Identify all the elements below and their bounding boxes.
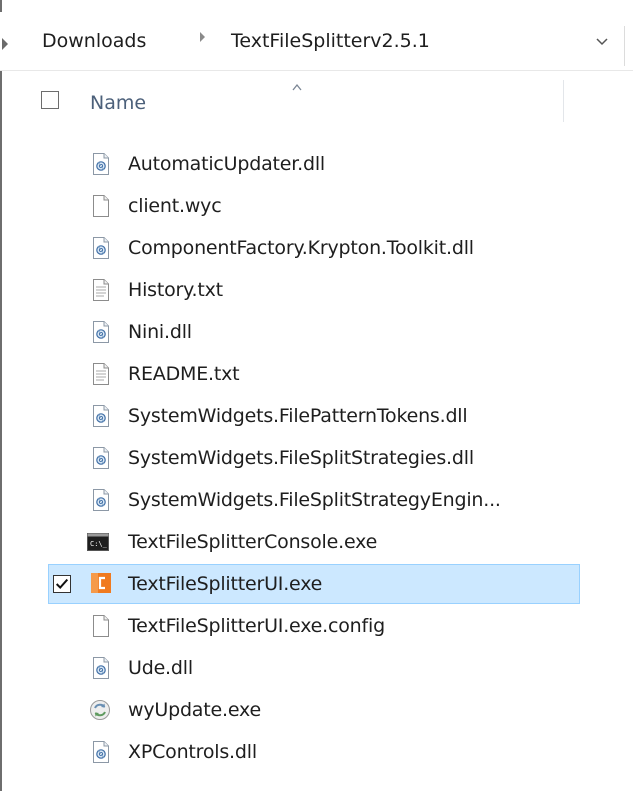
file-row[interactable]: Nini.dll	[48, 312, 580, 352]
splitter-app-icon	[91, 573, 111, 595]
address-bar[interactable]: Downloads TextFileSplitterv2.5.1	[0, 12, 633, 71]
text-file-icon	[91, 363, 111, 385]
file-row[interactable]: TextFileSplitterUI.exe.config	[48, 606, 580, 646]
file-name-label: Nini.dll	[128, 321, 192, 343]
file-row[interactable]: SystemWidgets.FileSplitStrategies.dll	[48, 438, 580, 478]
svg-text:C:\_: C:\_	[90, 540, 108, 548]
file-row[interactable]: History.txt	[48, 270, 580, 310]
file-name-label: TextFileSplitterUI.exe	[128, 573, 323, 595]
file-row[interactable]: Ude.dll	[48, 648, 580, 688]
file-row[interactable]: SystemWidgets.FileSplitStrategyEngin...	[48, 480, 580, 520]
file-name-label: SystemWidgets.FileSplitStrategies.dll	[128, 447, 474, 469]
file-row[interactable]: SystemWidgets.FilePatternTokens.dll	[48, 396, 580, 436]
dll-file-icon	[91, 153, 111, 175]
chevron-down-icon[interactable]	[594, 34, 610, 48]
file-row[interactable]: ComponentFactory.Krypton.Toolkit.dll	[48, 228, 580, 268]
file-row[interactable]: client.wyc	[48, 186, 580, 226]
file-row[interactable]: wyUpdate.exe	[48, 690, 580, 730]
file-row[interactable]: AutomaticUpdater.dll	[48, 144, 580, 184]
dll-file-icon	[91, 657, 111, 679]
dll-file-icon	[91, 489, 111, 511]
file-name-label: README.txt	[128, 363, 240, 385]
update-app-icon	[89, 699, 110, 721]
dll-file-icon	[91, 237, 111, 259]
sort-ascending-icon	[292, 83, 302, 91]
file-name-label: wyUpdate.exe	[128, 699, 261, 721]
file-row[interactable]: TextFileSplitterUI.exe	[48, 564, 580, 604]
file-name-label: Ude.dll	[128, 657, 193, 679]
column-divider[interactable]	[563, 80, 564, 122]
file-row[interactable]: XPControls.dll	[48, 732, 580, 772]
row-checkbox-checked[interactable]	[53, 575, 71, 593]
dll-file-icon	[91, 741, 111, 763]
file-name-label: XPControls.dll	[128, 741, 257, 763]
dll-file-icon	[91, 405, 111, 427]
file-name-label: ComponentFactory.Krypton.Toolkit.dll	[128, 237, 474, 259]
file-name-label: TextFileSplitterUI.exe.config	[128, 615, 385, 637]
checkmark-icon	[55, 578, 69, 589]
file-name-label: client.wyc	[128, 195, 222, 217]
text-file-icon	[91, 279, 111, 301]
file-name-label: TextFileSplitterConsole.exe	[128, 531, 378, 553]
name-column-header[interactable]: Name	[90, 92, 146, 114]
file-name-label: History.txt	[128, 279, 223, 301]
address-bar-divider	[624, 26, 625, 66]
file-name-label: AutomaticUpdater.dll	[128, 153, 325, 175]
breadcrumb-separator-icon[interactable]	[2, 38, 8, 50]
dll-file-icon	[91, 447, 111, 469]
console-app-icon: C:\_	[87, 533, 109, 555]
file-name-label: SystemWidgets.FileSplitStrategyEngin...	[128, 489, 501, 511]
file-row[interactable]: README.txt	[48, 354, 580, 394]
breadcrumb-chevron-icon[interactable]	[200, 32, 205, 42]
select-all-checkbox[interactable]	[41, 91, 59, 109]
blank-file-icon	[91, 615, 111, 637]
breadcrumb-downloads[interactable]: Downloads	[42, 30, 146, 52]
file-row[interactable]: C:\_ TextFileSplitterConsole.exe	[48, 522, 580, 562]
blank-file-icon	[91, 195, 111, 217]
file-name-label: SystemWidgets.FilePatternTokens.dll	[128, 405, 468, 427]
breadcrumb-current-folder[interactable]: TextFileSplitterv2.5.1	[231, 30, 430, 52]
dll-file-icon	[91, 321, 111, 343]
